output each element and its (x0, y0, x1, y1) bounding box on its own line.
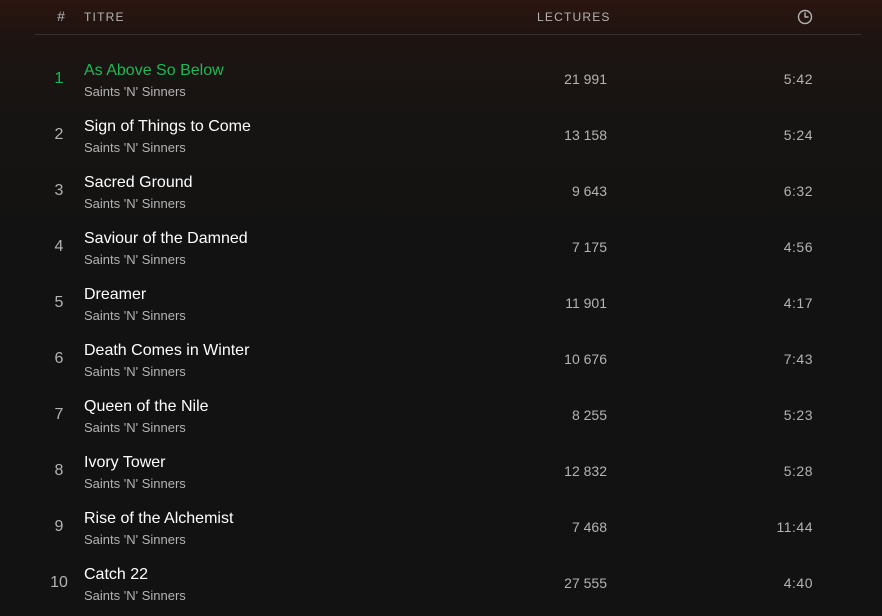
track-artist-link[interactable]: Saints 'N' Sinners (84, 476, 186, 491)
track-play-count: 21 991 (564, 71, 607, 87)
track-play-count: 7 468 (571, 519, 607, 535)
track-title[interactable]: Death Comes in Winter (84, 342, 249, 360)
track-title[interactable]: Sign of Things to Come (84, 118, 251, 136)
track-duration: 5:28 (783, 463, 813, 479)
track-number: 6 (54, 350, 64, 367)
track-row[interactable]: 4 Saviour of the Damned Saints 'N' Sinners… (0, 220, 882, 276)
track-title[interactable]: Queen of the Nile (84, 398, 209, 416)
track-duration: 4:17 (783, 295, 813, 311)
track-number: 3 (54, 182, 64, 199)
track-title[interactable]: As Above So Below (84, 62, 224, 80)
track-row[interactable]: 6 Death Comes in Winter Saints 'N' Sinners… (0, 332, 882, 388)
track-artist-link[interactable]: Saints 'N' Sinners (84, 252, 186, 267)
track-title[interactable]: Sacred Ground (84, 174, 193, 192)
tracklist: 1 As Above So Below Saints 'N' Sinners 21 9… (0, 52, 882, 612)
track-row[interactable]: 7 Queen of the Nile Saints 'N' Sinners 8 25… (0, 388, 882, 444)
track-duration: 11:44 (776, 519, 813, 535)
track-number: 4 (54, 238, 64, 255)
track-duration: 7:43 (783, 351, 813, 367)
track-number: 10 (50, 574, 68, 591)
track-duration: 6:32 (783, 183, 813, 199)
track-play-count: 9 643 (571, 183, 607, 199)
track-duration: 5:42 (783, 71, 813, 87)
track-number: 5 (54, 294, 64, 311)
track-play-count: 27 555 (564, 575, 607, 591)
track-title[interactable]: Dreamer (84, 286, 146, 304)
track-row[interactable]: 1 As Above So Below Saints 'N' Sinners 21 9… (0, 52, 882, 108)
track-play-count: 12 832 (564, 463, 607, 479)
track-number: 2 (54, 126, 64, 143)
track-artist-link[interactable]: Saints 'N' Sinners (84, 140, 186, 155)
track-row[interactable]: 5 Dreamer Saints 'N' Sinners 11 901 4:17 (0, 276, 882, 332)
track-play-count: 10 676 (564, 351, 607, 367)
track-duration: 4:40 (783, 575, 813, 591)
track-duration: 5:23 (783, 407, 813, 423)
track-artist-link[interactable]: Saints 'N' Sinners (84, 588, 186, 603)
track-number: 9 (54, 518, 64, 535)
track-play-count: 13 158 (564, 127, 607, 143)
track-row[interactable]: 9 Rise of the Alchemist Saints 'N' Sinners… (0, 500, 882, 556)
track-number: 7 (54, 406, 64, 423)
track-artist-link[interactable]: Saints 'N' Sinners (84, 532, 186, 547)
track-artist-link[interactable]: Saints 'N' Sinners (84, 420, 186, 435)
track-artist-link[interactable]: Saints 'N' Sinners (84, 308, 186, 323)
track-play-count: 11 901 (565, 295, 607, 311)
track-row[interactable]: 10 Catch 22 Saints 'N' Sinners 27 555 4:40 (0, 556, 882, 612)
track-artist-link[interactable]: Saints 'N' Sinners (84, 84, 186, 99)
title-column-header[interactable]: TITRE (84, 10, 125, 24)
track-row[interactable]: 8 Ivory Tower Saints 'N' Sinners 12 832 5:28 (0, 444, 882, 500)
track-title[interactable]: Ivory Tower (84, 454, 166, 472)
track-artist-link[interactable]: Saints 'N' Sinners (84, 196, 186, 211)
clock-icon[interactable] (797, 9, 813, 25)
track-title[interactable]: Rise of the Alchemist (84, 510, 233, 528)
track-title[interactable]: Saviour of the Damned (84, 230, 248, 248)
plays-column-header[interactable]: LECTURES (537, 10, 611, 24)
track-row[interactable]: 2 Sign of Things to Come Saints 'N' Sinner… (0, 108, 882, 164)
track-number: 8 (54, 462, 64, 479)
track-artist-link[interactable]: Saints 'N' Sinners (84, 364, 186, 379)
track-duration: 5:24 (783, 127, 813, 143)
track-play-count: 7 175 (571, 239, 607, 255)
track-play-count: 8 255 (571, 407, 607, 423)
track-number: 1 (54, 70, 64, 87)
track-number-column-header[interactable]: # (55, 8, 67, 24)
track-duration: 4:56 (783, 239, 813, 255)
track-title[interactable]: Catch 22 (84, 566, 148, 584)
tracklist-header: # TITRE LECTURES (35, 0, 861, 35)
track-row[interactable]: 3 Sacred Ground Saints 'N' Sinners 9 643 6:3… (0, 164, 882, 220)
